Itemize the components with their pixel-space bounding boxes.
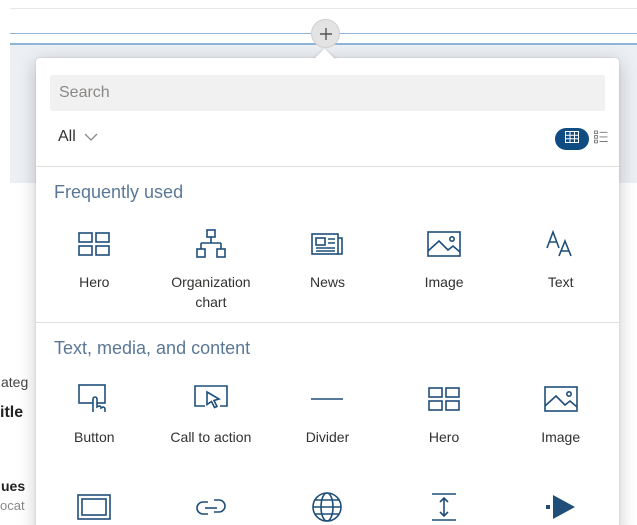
webpart-tile-text[interactable]: Text (502, 226, 619, 312)
spacer-icon (426, 489, 462, 525)
toolbox-header-divider (36, 166, 619, 167)
stream-icon (543, 489, 579, 525)
section-title-text-media-content: Text, media, and content (54, 338, 251, 358)
org-chart-icon (193, 226, 229, 262)
webpart-tile-divider[interactable]: Divider (269, 381, 386, 447)
section-divider (36, 322, 619, 323)
webpart-label: Button (74, 429, 115, 445)
category-filter-dropdown[interactable]: All (58, 128, 98, 146)
webpart-label: Image (541, 429, 581, 445)
webpart-toolbox: All (36, 58, 619, 525)
webpart-tile-image[interactable]: Image (386, 226, 503, 312)
webpart-tile-link[interactable] (153, 489, 270, 525)
button-icon (76, 381, 112, 417)
plus-icon (319, 23, 333, 45)
webpart-label: Divider (305, 429, 350, 445)
webpart-label: Call to action (170, 429, 252, 445)
call-to-action-icon (193, 381, 229, 417)
grid-view-button[interactable] (555, 128, 589, 150)
image-icon (426, 226, 462, 262)
webpart-grid-text-media-content: Button Call to action Divider Hero Image (36, 381, 619, 447)
section-title-frequently-used: Frequently used (54, 182, 184, 202)
webpart-grid-frequently-used: Hero Organization chart News Image Text (36, 226, 619, 312)
page-top-rule (10, 8, 637, 9)
webpart-tile-hero[interactable]: Hero (386, 381, 503, 447)
filter-label: All (58, 128, 76, 145)
webpart-tile-image[interactable]: Image (502, 381, 619, 447)
globe-icon (309, 489, 345, 525)
background-text-fragment: ocat (0, 498, 25, 513)
news-icon (309, 226, 345, 262)
view-toggle (555, 128, 609, 150)
grid-view-icon (565, 130, 579, 148)
background-text-fragment: ateg (1, 374, 29, 390)
list-view-icon (594, 130, 608, 149)
webpart-grid-more (36, 489, 619, 525)
add-section-button[interactable] (311, 19, 340, 48)
webpart-tile-organization-chart[interactable]: Organization chart (153, 226, 270, 312)
webpart-label: News (309, 274, 345, 290)
webpart-tile-call-to-action[interactable]: Call to action (153, 381, 270, 447)
text-icon (543, 226, 579, 262)
page: ateg itle ues ocat All (0, 0, 637, 525)
chevron-down-icon (84, 133, 98, 141)
webpart-tile-web[interactable] (269, 489, 386, 525)
webpart-label: Image (424, 274, 464, 290)
webpart-tile-hero[interactable]: Hero (36, 226, 153, 312)
webpart-label: Organization chart (171, 274, 251, 310)
webpart-tile-stream[interactable] (502, 489, 619, 525)
toolbox-pointer (313, 48, 337, 60)
webpart-label: Text (547, 274, 574, 290)
hero-icon (426, 381, 462, 417)
webpart-tile-news[interactable]: News (269, 226, 386, 312)
search-input[interactable] (50, 75, 605, 111)
background-text-fragment: ues (1, 478, 26, 494)
webpart-tile-button[interactable]: Button (36, 381, 153, 447)
background-text-fragment: itle (0, 404, 24, 421)
image-icon (543, 381, 579, 417)
divider-icon (309, 381, 345, 417)
list-view-button[interactable] (593, 130, 609, 149)
webpart-tile-spacer[interactable] (386, 489, 503, 525)
webpart-tile-embed[interactable] (36, 489, 153, 525)
embed-icon (76, 489, 112, 525)
webpart-label: Hero (79, 274, 110, 290)
webpart-label: Hero (428, 429, 460, 445)
hero-icon (76, 226, 112, 262)
link-icon (193, 489, 229, 525)
